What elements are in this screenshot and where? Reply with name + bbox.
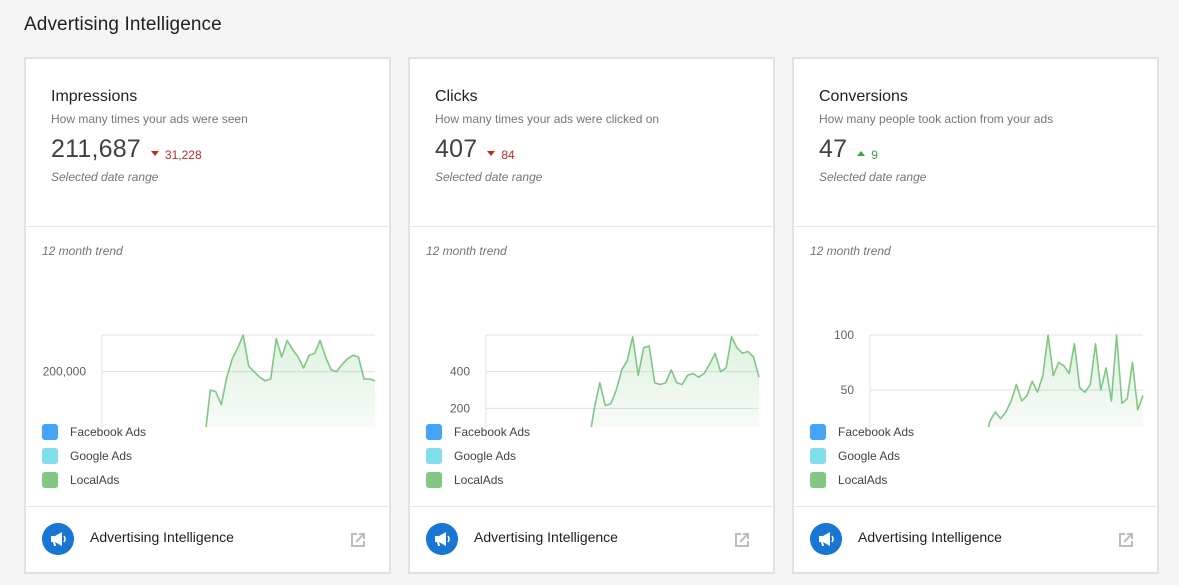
delta-value: 84 xyxy=(501,147,515,162)
legend-label: LocalAds xyxy=(70,473,120,487)
megaphone-icon xyxy=(810,523,842,555)
arrow-down-icon xyxy=(487,151,496,156)
metric-value: 407 xyxy=(435,135,478,163)
open-external-icon[interactable] xyxy=(347,529,369,551)
legend-label: Google Ads xyxy=(70,449,133,463)
megaphone-icon xyxy=(42,523,74,555)
footer-label: Advertising Intelligence xyxy=(474,529,618,545)
metric-value: 211,687 xyxy=(51,135,141,163)
trend-chart: 050100Jan 1 xyxy=(834,328,1144,427)
legend-swatch xyxy=(42,472,58,488)
y-tick-label: 200,000 xyxy=(43,365,87,379)
legend-item-google[interactable]: Google Ads xyxy=(426,444,530,468)
trend-label: 12 month trend xyxy=(426,244,507,258)
date-range-note: Selected date range xyxy=(819,170,927,184)
card-summary: Conversions How many people took action … xyxy=(794,59,1157,227)
metric-row: 47 9 xyxy=(819,135,878,164)
conversions-card: Conversions How many people took action … xyxy=(792,57,1159,574)
y-tick-label: 400 xyxy=(450,365,470,379)
legend-label: Google Ads xyxy=(838,449,901,463)
legend-item-localads[interactable]: LocalAds xyxy=(42,468,146,492)
card-subtitle: How many times your ads were clicked on xyxy=(435,112,660,126)
legend-label: LocalAds xyxy=(838,473,888,487)
date-range-note: Selected date range xyxy=(435,170,543,184)
legend: Facebook Ads Google Ads LocalAds xyxy=(426,420,530,492)
legend-swatch xyxy=(810,448,826,464)
card-footer[interactable]: Advertising Intelligence xyxy=(26,506,389,572)
footer-label: Advertising Intelligence xyxy=(858,529,1002,545)
legend-item-facebook[interactable]: Facebook Ads xyxy=(42,420,146,444)
series-area-localads xyxy=(206,335,375,427)
card-title: Clicks xyxy=(435,88,478,105)
card-summary: Clicks How many times your ads were clic… xyxy=(410,59,773,227)
legend-swatch xyxy=(810,424,826,440)
delta-badge: 84 xyxy=(487,147,515,162)
delta-value: 9 xyxy=(871,147,878,162)
metric-row: 211,687 31,228 xyxy=(51,135,202,164)
legend-item-facebook[interactable]: Facebook Ads xyxy=(810,420,914,444)
legend-item-google[interactable]: Google Ads xyxy=(42,444,146,468)
open-external-icon[interactable] xyxy=(1115,529,1137,551)
y-tick-label: 100 xyxy=(834,328,854,342)
legend-swatch xyxy=(426,472,442,488)
card-title: Impressions xyxy=(51,88,138,105)
footer-label: Advertising Intelligence xyxy=(90,529,234,545)
card-title: Conversions xyxy=(819,88,908,105)
metric-value: 47 xyxy=(819,135,848,163)
legend-label: LocalAds xyxy=(454,473,504,487)
open-external-icon[interactable] xyxy=(731,529,753,551)
metric-row: 407 84 xyxy=(435,135,515,164)
legend-swatch xyxy=(426,424,442,440)
legend-label: Google Ads xyxy=(454,449,517,463)
legend-item-localads[interactable]: LocalAds xyxy=(810,468,914,492)
y-tick-label: 50 xyxy=(841,383,855,397)
legend-item-google[interactable]: Google Ads xyxy=(810,444,914,468)
y-tick-label: 200 xyxy=(450,401,470,415)
delta-badge: 31,228 xyxy=(150,147,202,162)
clicks-card: Clicks How many times your ads were clic… xyxy=(408,57,775,574)
legend-item-localads[interactable]: LocalAds xyxy=(426,468,530,492)
legend-swatch xyxy=(426,448,442,464)
legend: Facebook Ads Google Ads LocalAds xyxy=(810,420,914,492)
legend-swatch xyxy=(810,472,826,488)
megaphone-icon xyxy=(426,523,458,555)
card-footer[interactable]: Advertising Intelligence xyxy=(794,506,1157,572)
impressions-card: Impressions How many times your ads were… xyxy=(24,57,391,574)
legend-swatch xyxy=(42,448,58,464)
legend-label: Facebook Ads xyxy=(454,425,531,439)
card-footer[interactable]: Advertising Intelligence xyxy=(410,506,773,572)
legend: Facebook Ads Google Ads LocalAds xyxy=(42,420,146,492)
card-summary: Impressions How many times your ads were… xyxy=(26,59,389,227)
date-range-note: Selected date range xyxy=(51,170,159,184)
trend-chart: 0200400Jan 1 xyxy=(450,334,760,427)
trend-label: 12 month trend xyxy=(42,244,123,258)
trend-chart: 0200,000Jan 1 xyxy=(43,334,376,427)
arrow-up-icon xyxy=(857,151,866,156)
legend-label: Facebook Ads xyxy=(70,425,147,439)
page-title: Advertising Intelligence xyxy=(24,14,222,35)
card-subtitle: How many people took action from your ad… xyxy=(819,112,1054,126)
series-area-localads xyxy=(591,336,759,427)
legend-swatch xyxy=(42,424,58,440)
legend-item-facebook[interactable]: Facebook Ads xyxy=(426,420,530,444)
card-subtitle: How many times your ads were seen xyxy=(51,112,248,126)
legend-label: Facebook Ads xyxy=(838,425,915,439)
delta-badge: 9 xyxy=(857,148,878,162)
arrow-down-icon xyxy=(150,151,159,156)
trend-label: 12 month trend xyxy=(810,244,891,258)
delta-value: 31,228 xyxy=(164,147,202,162)
